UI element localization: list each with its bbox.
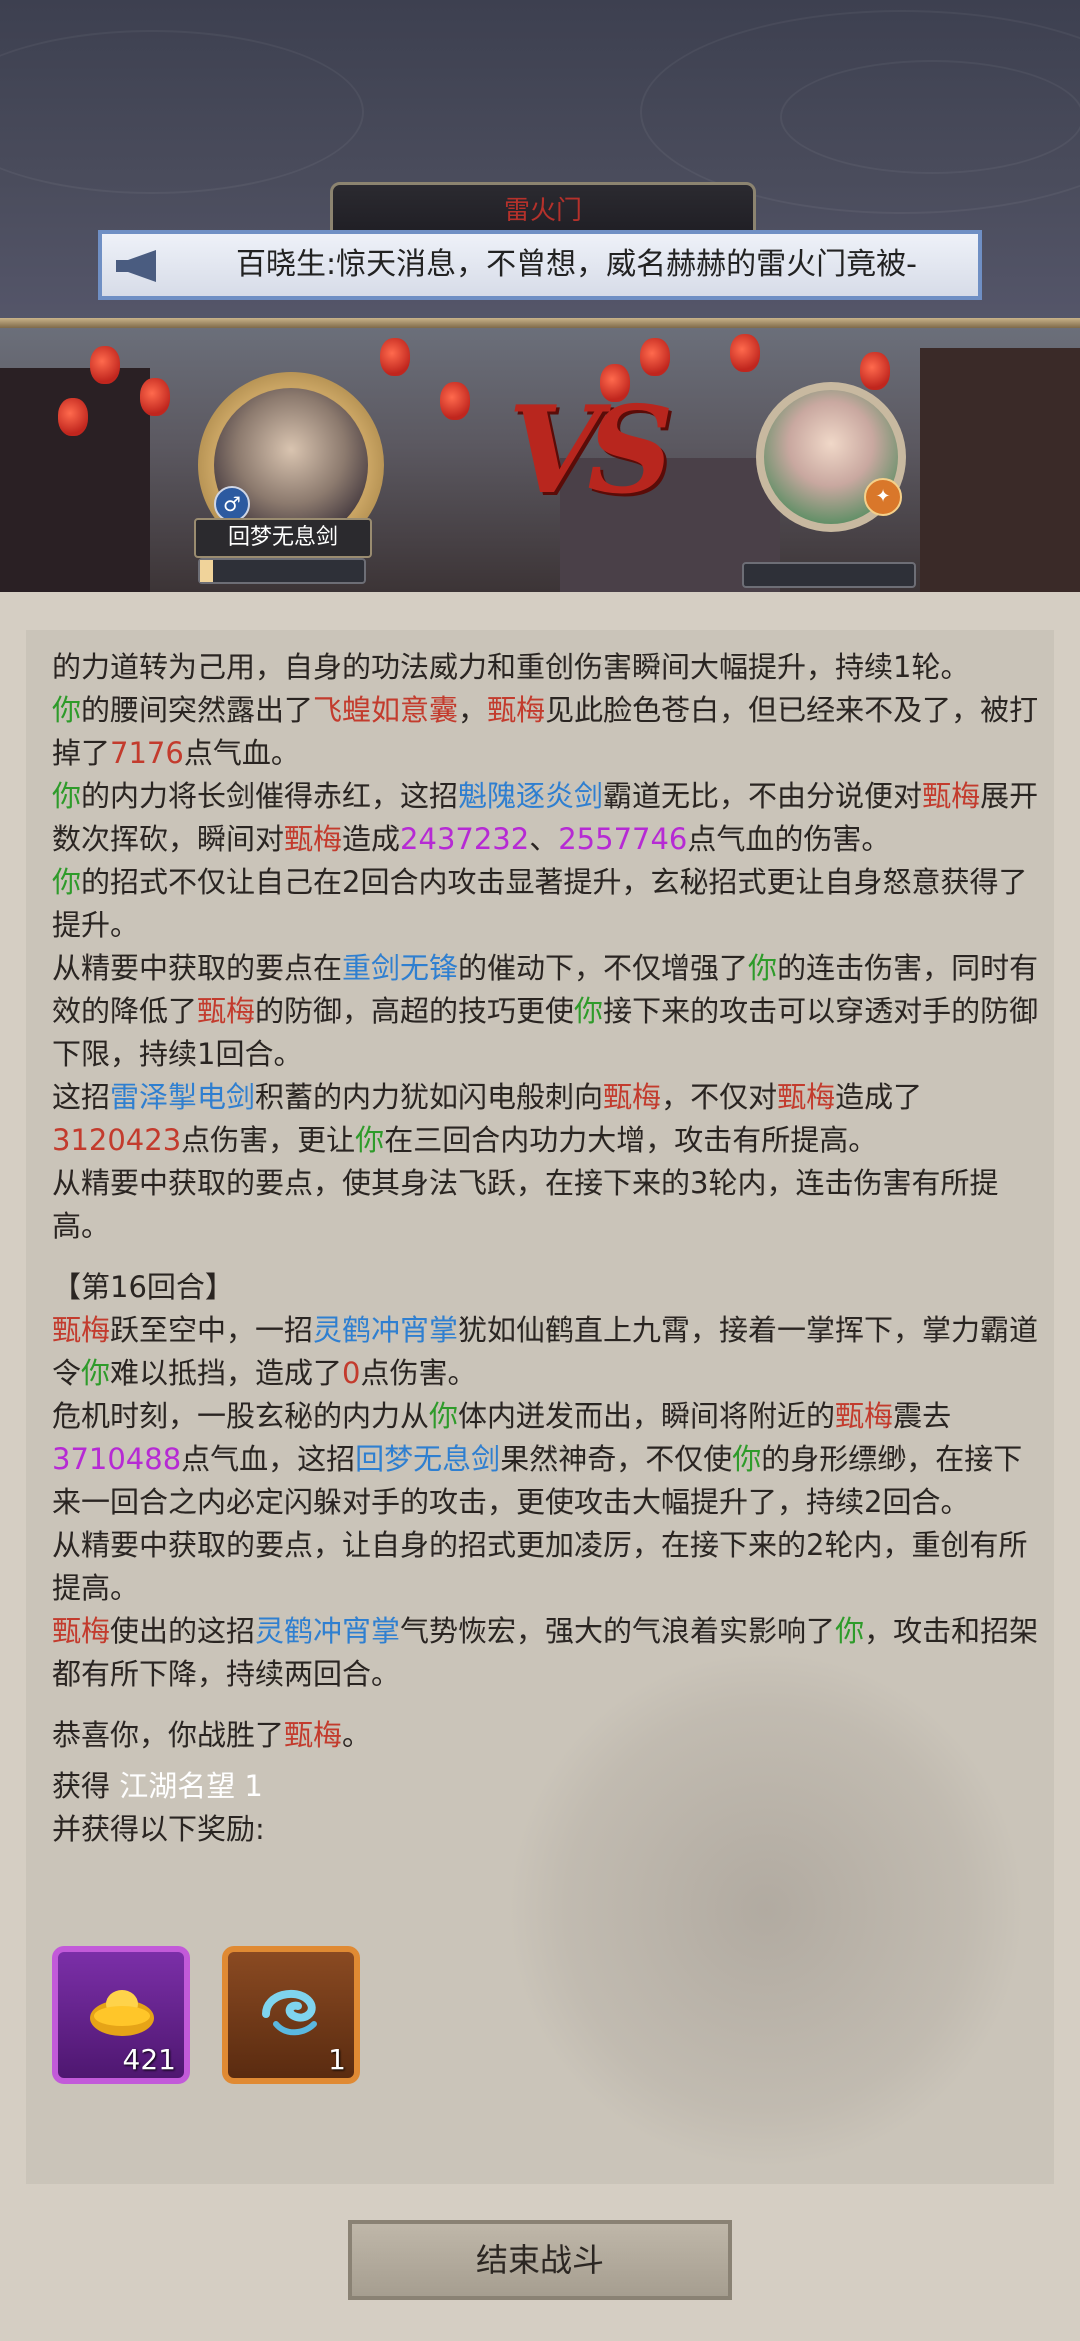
log-line: 从精要中获取的要点，让自身的招式更加凌厉，在接下来的2轮内，重创有所提高。	[52, 1528, 1028, 1605]
enemy-hp-bar	[742, 562, 916, 588]
reward-item-cloud[interactable]: 1	[222, 1946, 360, 2084]
battle-log-text: 的力道转为己用，自身的功法威力和重创伤害瞬间大幅提升，持续1轮。 你的腰间突然露…	[52, 646, 1042, 1851]
log-line: 你的招式不仅让自己在2回合内攻击显著提升，玄秘招式更让自身怒意获得了提升。	[52, 865, 1028, 942]
log-line: 你的腰间突然露出了飞蝗如意囊，甄梅见此脸色苍白，但已经来不及了，被打掉了7176…	[52, 693, 1039, 770]
log-line: 甄梅跃至空中，一招灵鹤冲宵掌犹如仙鹤直上九霄，接着一掌挥下，掌力霸道令你难以抵挡…	[52, 1313, 1039, 1390]
log-line: 甄梅使出的这招灵鹤冲宵掌气势恢宏，强大的气浪着实影响了你，攻击和招架都有所下降，…	[52, 1614, 1039, 1691]
log-line: 的力道转为己用，自身的功法威力和重创伤害瞬间大幅提升，持续1轮。	[52, 650, 970, 684]
vs-emblem: VS	[508, 380, 674, 521]
round-header: 【第16回合】	[52, 1270, 234, 1304]
player-name: 回梦无息剑	[194, 518, 372, 558]
log-line: 你的内力将长剑催得赤红，这招魁隗逐炎剑霸道无比，不由分说便对甄梅展开数次挥砍，瞬…	[52, 779, 1039, 856]
header-divider	[0, 318, 1080, 328]
log-line: 这招雷泽掣电剑积蓄的内力犹如闪电般刺向甄梅，不仅对甄梅造成了 3120423点伤害…	[52, 1080, 923, 1157]
gold-ingot-icon	[90, 1990, 154, 2036]
reward-count: 1	[328, 2043, 346, 2076]
marquee-text: 百晓生:惊天消息，不曾想，威名赫赫的雷火门竟被-	[236, 247, 917, 282]
rewards-label: 并获得以下奖励:	[52, 1812, 265, 1846]
log-line: 危机时刻，一股玄秘的内力从你体内迸发而出，瞬间将附近的甄梅震去 3710488点气…	[52, 1399, 1023, 1519]
player-hp-fill	[200, 560, 214, 582]
log-line: 从精要中获取的要点，使其身法飞跃，在接下来的3轮内，连击伤害有所提高。	[52, 1166, 999, 1243]
reputation-gain: 获得 江湖名望 1	[52, 1769, 263, 1803]
reward-item-gold[interactable]: 421	[52, 1946, 190, 2084]
megaphone-icon	[116, 250, 156, 282]
announcement-marquee: 百晓生:惊天消息，不曾想，威名赫赫的雷火门竟被-	[98, 230, 982, 300]
player-hp-bar	[198, 558, 366, 584]
reward-count: 421	[122, 2043, 176, 2076]
end-battle-button[interactable]: 结束战斗	[348, 2220, 732, 2300]
male-icon: ♂	[214, 486, 250, 522]
cloud-swirl-icon	[262, 1989, 317, 2036]
victory-message: 恭喜你，你战胜了甄梅。	[52, 1718, 372, 1752]
log-line: 从精要中获取的要点在重剑无锋的催动下，不仅增强了你的连击伤害，同时有效的降低了甄…	[52, 951, 1039, 1071]
enemy-badge-icon: ✦	[864, 478, 902, 516]
